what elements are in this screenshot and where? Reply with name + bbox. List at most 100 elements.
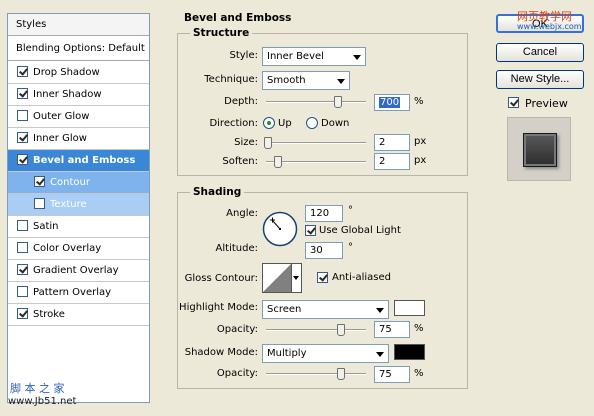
angle-input[interactable]: 120 [305,205,343,222]
anti-aliased-label[interactable]: Anti-aliased [332,272,391,283]
style-item-checkbox[interactable] [17,66,28,77]
size-slider-thumb[interactable] [264,137,272,149]
styles-list-panel: Styles Blending Options: Default Drop Sh… [7,13,150,403]
style-item-checkbox[interactable] [17,154,28,165]
watermark-bottom-left: 脚 本 之 家 [10,382,65,395]
preview-label[interactable]: Preview [525,97,568,110]
highlight-mode-value: Screen [267,304,302,315]
style-item-label: Inner Shadow [33,89,102,100]
technique-label: Technique: [204,74,258,85]
size-unit: px [414,136,427,147]
altitude-input[interactable]: 30 [305,242,343,259]
chevron-down-icon [293,276,299,280]
technique-select[interactable]: Smooth [262,71,350,90]
depth-unit: % [414,96,424,107]
shadow-mode-label: Shadow Mode: [184,347,258,358]
style-item-checkbox[interactable] [17,308,28,319]
style-item-color-overlay[interactable]: Color Overlay [8,238,149,260]
style-item-checkbox[interactable] [17,264,28,275]
style-item-label: Drop Shadow [33,67,100,78]
direction-up-label[interactable]: Up [278,118,292,129]
style-item-stroke[interactable]: Stroke [8,304,149,326]
styles-header[interactable]: Styles [8,14,149,36]
style-item-satin[interactable]: Satin [8,216,149,238]
depth-input-value: 700 [379,97,401,108]
size-label: Size: [234,137,258,148]
watermark-bottom-left-url: www.Jb51.net [8,396,77,407]
soften-unit: px [414,155,427,166]
highlight-opacity-thumb[interactable] [337,324,345,336]
size-input[interactable]: 2 [374,134,410,151]
style-item-inner-shadow[interactable]: Inner Shadow [8,84,149,106]
chevron-down-icon [337,79,345,84]
shadow-opacity-thumb[interactable] [337,368,345,380]
style-item-drop-shadow[interactable]: Drop Shadow [8,62,149,84]
size-slider-track[interactable] [266,142,366,144]
style-item-checkbox[interactable] [17,88,28,99]
soften-label: Soften: [222,156,258,167]
direction-down-label[interactable]: Down [321,118,349,129]
style-item-label: Gradient Overlay [33,265,119,276]
shadow-color-swatch[interactable] [394,344,425,360]
checkbox-check-icon [317,272,328,283]
style-item-label: Contour [50,177,90,188]
direction-up-radio[interactable] [263,117,275,129]
style-label: Style: [229,50,259,61]
style-item-checkbox[interactable] [17,110,28,121]
soften-input[interactable]: 2 [374,153,410,170]
style-item-checkbox[interactable] [17,242,28,253]
depth-slider-thumb[interactable] [334,96,342,108]
style-item-texture[interactable]: Texture [8,194,149,216]
gloss-contour-picker[interactable] [262,263,292,293]
angle-unit: ° [348,205,353,216]
cancel-button[interactable]: Cancel [496,43,584,62]
direction-down-radio[interactable] [306,117,318,129]
style-item-gradient-overlay[interactable]: Gradient Overlay [8,260,149,282]
preview-checkbox[interactable] [508,97,519,111]
highlight-opacity-track[interactable] [266,329,366,331]
use-global-light-label[interactable]: Use Global Light [319,225,401,236]
style-item-checkbox[interactable] [17,220,28,231]
angle-dial[interactable] [262,211,298,247]
angle-dial-icon [262,211,298,247]
shadow-opacity-input[interactable]: 75 [374,366,410,383]
shadow-opacity-unit: % [414,368,424,379]
shading-legend: Shading [190,186,245,198]
style-item-checkbox[interactable] [17,132,28,143]
chevron-down-icon [376,308,384,313]
anti-aliased-checkbox[interactable] [317,272,328,286]
style-item-contour[interactable]: Contour [8,172,149,194]
style-item-label: Pattern Overlay [33,287,112,298]
soften-slider-thumb[interactable] [274,156,282,168]
new-style-button[interactable]: New Style... [496,70,584,89]
style-item-outer-glow[interactable]: Outer Glow [8,106,149,128]
gloss-contour-label: Gloss Contour: [184,273,258,284]
highlight-mode-select[interactable]: Screen [262,300,389,319]
style-item-label: Outer Glow [33,111,90,122]
depth-slider-track[interactable] [266,101,366,103]
blending-options-item[interactable]: Blending Options: Default [8,37,149,61]
highlight-color-swatch[interactable] [394,300,425,316]
highlight-opacity-label: Opacity: [216,324,258,335]
style-item-checkbox[interactable] [34,198,45,209]
contour-curve-icon [263,264,291,292]
shadow-opacity-track[interactable] [266,373,366,375]
style-item-label: Stroke [33,309,65,320]
angle-label: Angle: [226,208,258,219]
highlight-opacity-input[interactable]: 75 [374,321,410,338]
gloss-contour-dropdown[interactable] [292,263,302,293]
technique-select-value: Smooth [267,75,306,86]
style-item-inner-glow[interactable]: Inner Glow [8,128,149,150]
style-item-label: Color Overlay [33,243,102,254]
style-item-checkbox[interactable] [34,176,45,187]
shadow-opacity-label: Opacity: [216,368,258,379]
depth-input[interactable]: 700 [374,94,410,111]
style-item-checkbox[interactable] [17,286,28,297]
style-item-pattern-overlay[interactable]: Pattern Overlay [8,282,149,304]
highlight-opacity-unit: % [414,323,424,334]
style-select[interactable]: Inner Bevel [262,47,366,66]
use-global-light-checkbox[interactable] [305,225,316,239]
preview-swatch [523,133,557,167]
shadow-mode-select[interactable]: Multiply [262,344,389,363]
style-item-bevel-and-emboss[interactable]: Bevel and Emboss [8,150,149,172]
